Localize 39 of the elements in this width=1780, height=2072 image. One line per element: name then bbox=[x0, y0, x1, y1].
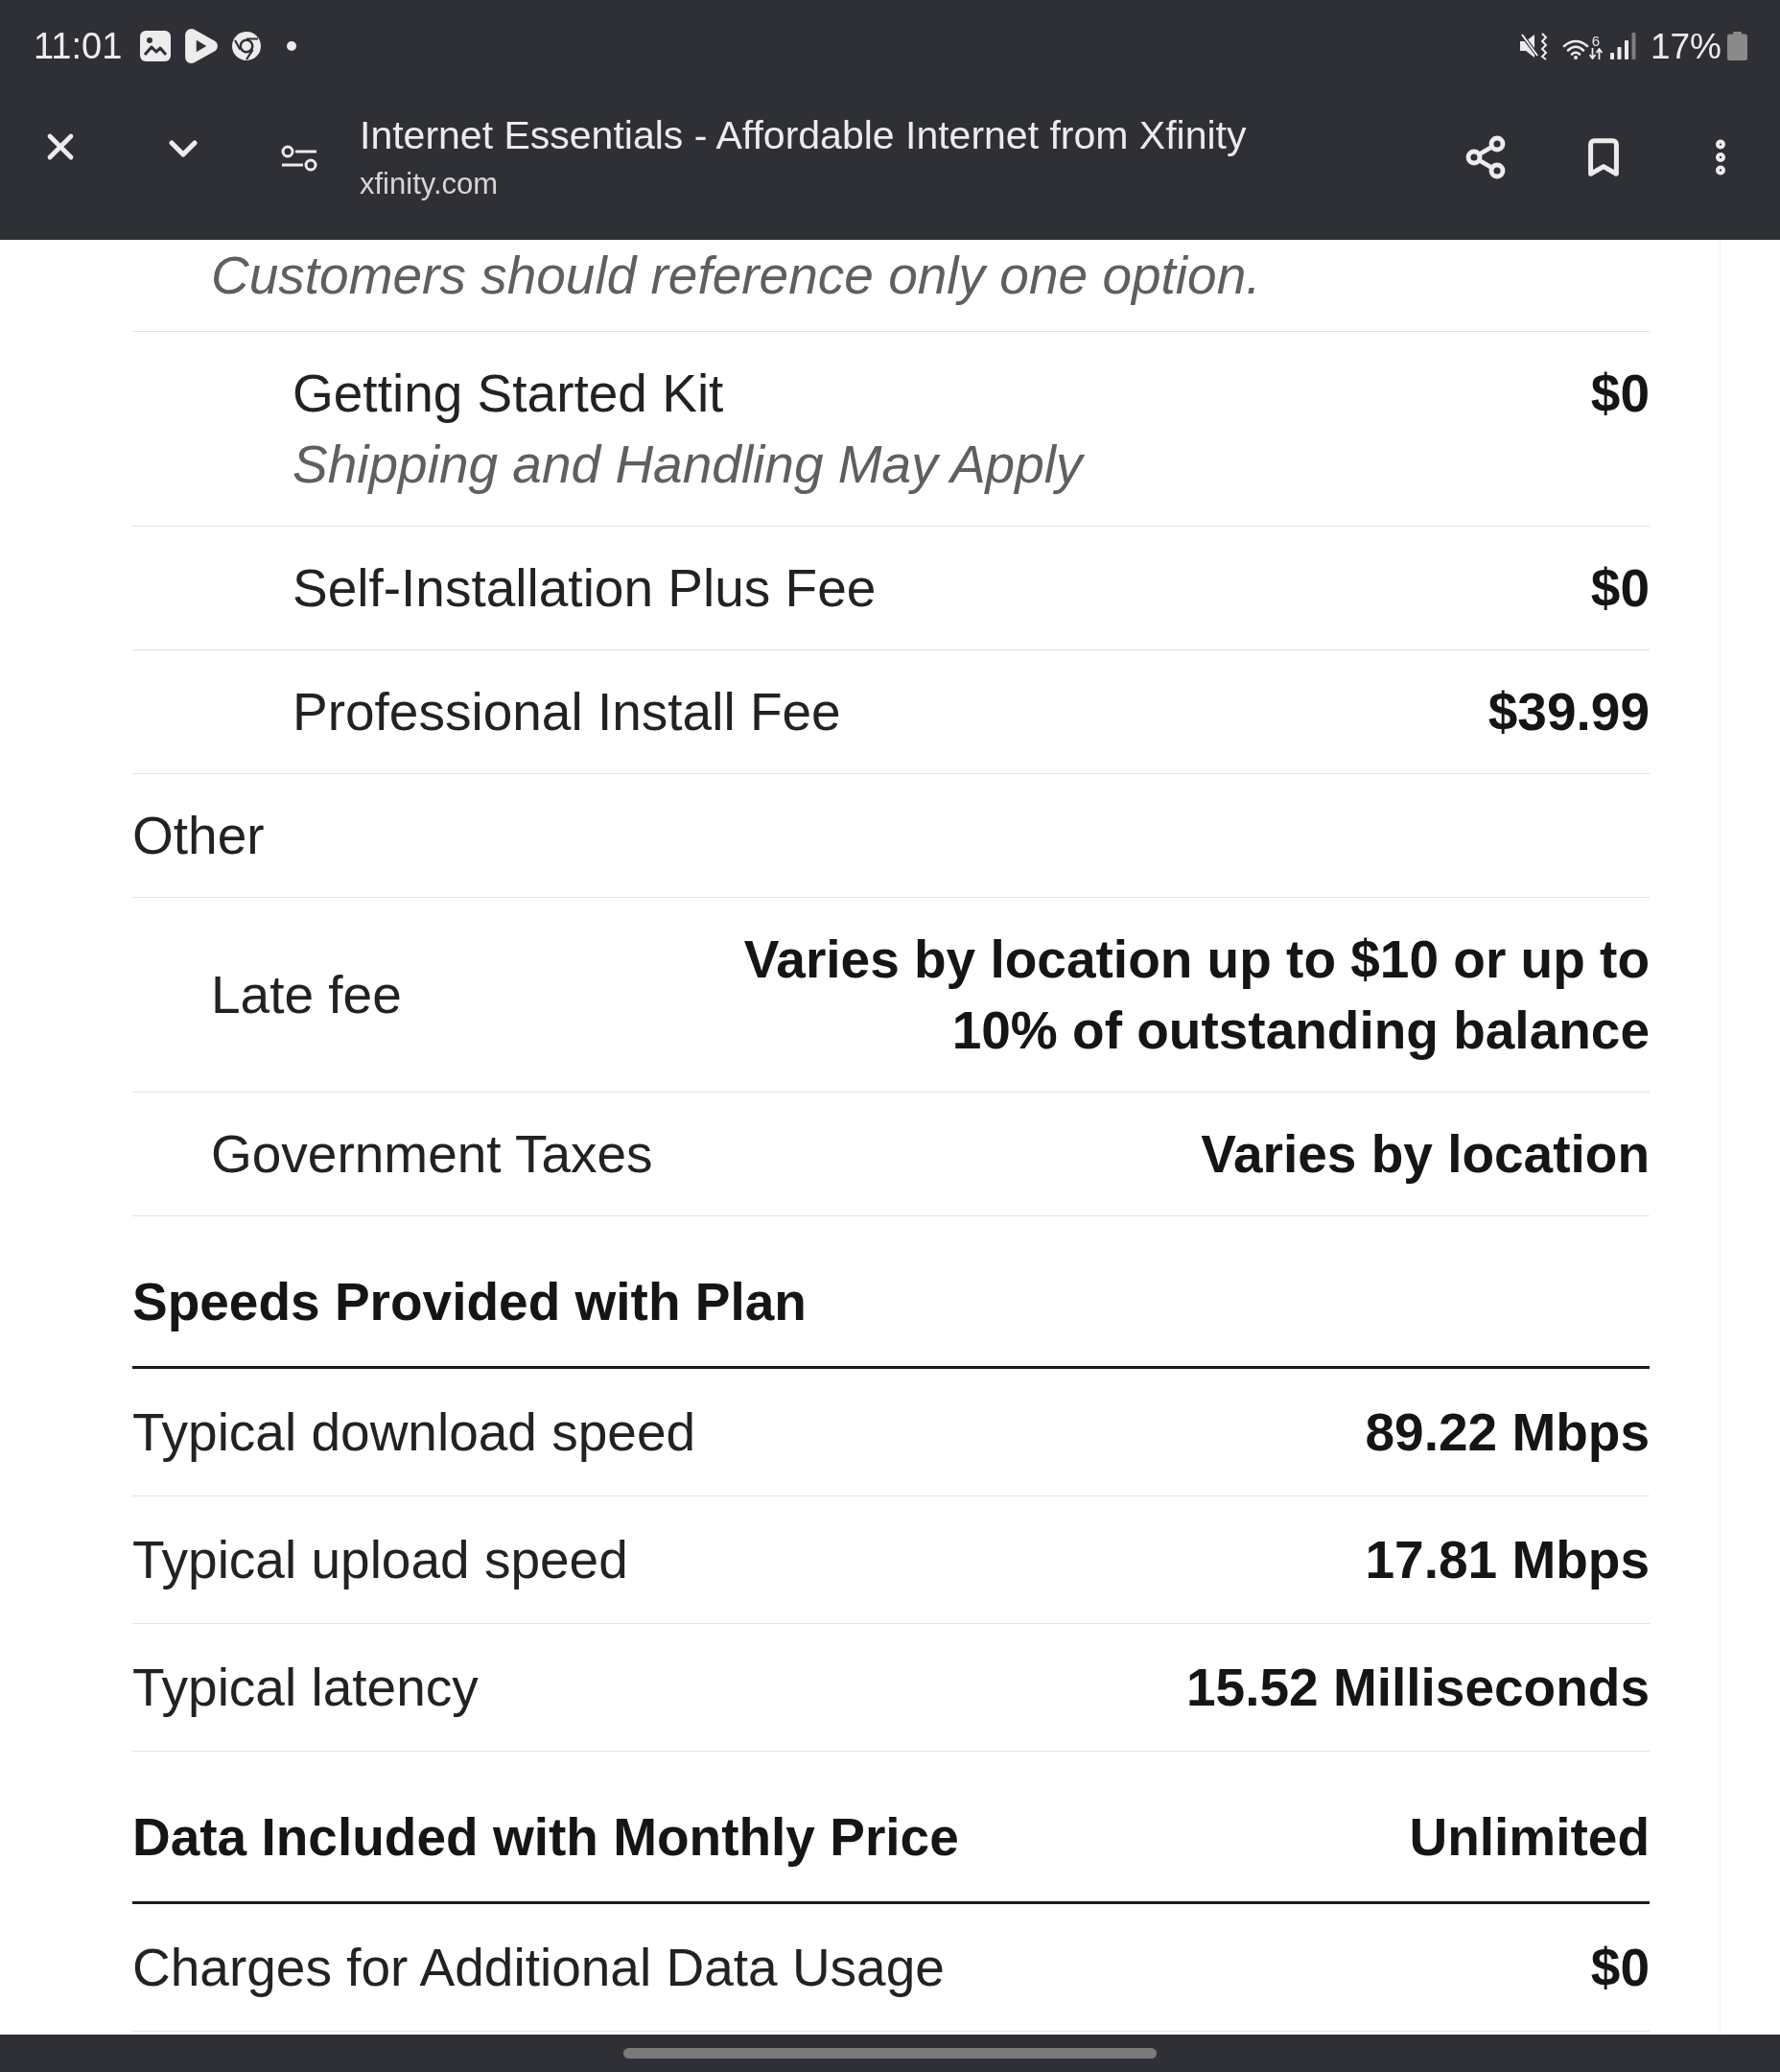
spec-label: Typical download speed bbox=[132, 1401, 696, 1464]
notification-dot-icon bbox=[287, 41, 297, 51]
spec-value: 89.22 Mbps bbox=[1365, 1401, 1650, 1464]
page-title: Internet Essentials - Affordable Internet from Xfinity bbox=[360, 112, 1247, 159]
page-url: xfinity.com bbox=[360, 167, 500, 201]
fee-label: Self-Installation Plus Fee bbox=[293, 557, 877, 620]
battery-icon bbox=[1727, 32, 1747, 60]
fee-label: Late fee bbox=[211, 964, 402, 1026]
section-heading: Data Included with Monthly Price bbox=[132, 1806, 959, 1869]
fee-label: Government Taxes bbox=[211, 1123, 653, 1186]
spec-value: 17.81 Mbps bbox=[1365, 1529, 1650, 1591]
spec-label: Typical latency bbox=[132, 1657, 479, 1719]
fee-note: Shipping and Handling May Apply bbox=[293, 434, 1083, 496]
spec-value: 15.52 Milliseconds bbox=[1186, 1657, 1650, 1719]
gallery-icon bbox=[140, 31, 172, 61]
fee-value: $0 bbox=[1590, 557, 1650, 620]
note-text: Customers should reference only one option. bbox=[210, 245, 1262, 307]
transfer-arrows-icon bbox=[1588, 47, 1603, 59]
section-heading: Speeds Provided with Plan bbox=[132, 1271, 807, 1333]
wifi-standard-label: 6 bbox=[1591, 33, 1601, 48]
spec-value: $0 bbox=[1590, 1937, 1650, 1999]
fee-label: Professional Install Fee bbox=[293, 681, 841, 743]
section-value: Unlimited bbox=[1409, 1806, 1650, 1869]
fee-value: $39.99 bbox=[1487, 681, 1650, 743]
battery-percent: 17% bbox=[1650, 28, 1721, 64]
signal-icon bbox=[1609, 33, 1637, 59]
spec-label: Typical upload speed bbox=[132, 1529, 628, 1591]
fee-value: $0 bbox=[1590, 363, 1650, 425]
fee-value: Varies by location bbox=[1201, 1123, 1650, 1186]
fee-label: Getting Started Kit bbox=[293, 363, 725, 425]
spec-label: Charges for Additional Data Usage bbox=[132, 1937, 945, 1999]
muted-speaker-icon bbox=[1518, 32, 1548, 60]
clock-time: 11:01 bbox=[34, 28, 123, 64]
site-settings-icon[interactable] bbox=[280, 144, 318, 173]
wifi-icon bbox=[1561, 37, 1589, 59]
ring-logo-icon bbox=[232, 32, 262, 60]
play-icon bbox=[183, 28, 221, 64]
fee-label: Other bbox=[132, 805, 265, 867]
fee-value: Varies by location up to $10 or up to 10% of outstanding balance bbox=[742, 929, 1650, 1062]
